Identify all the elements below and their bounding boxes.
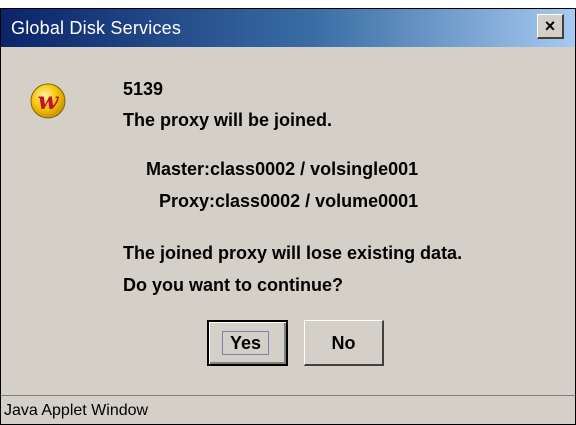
window-title: Global Disk Services [11, 18, 182, 38]
status-bar: Java Applet Window [1, 395, 575, 424]
message-line: The proxy will be joined. [123, 110, 333, 130]
close-button[interactable]: × [537, 14, 564, 39]
close-icon: × [544, 16, 556, 36]
yes-button[interactable]: Yes [207, 320, 288, 366]
proxy-volume-text: Proxy:class0002 / volume0001 [159, 191, 419, 211]
message-code: 5139 [123, 79, 164, 99]
svg-text:w: w [38, 86, 60, 115]
app-logo-icon: w [29, 82, 67, 125]
clipped-caption-remnant [0, 0, 576, 8]
warning-text: The joined proxy will lose existing data… [123, 243, 463, 263]
master-volume-text: Master:class0002 / volsingle001 [146, 159, 419, 179]
applet-warning-text: Java Applet Window [4, 402, 149, 419]
title-bar[interactable]: Global Disk Services × [1, 9, 575, 47]
no-button[interactable]: No [304, 320, 384, 366]
confirm-question: Do you want to continue? [123, 275, 343, 295]
yes-button-label: Yes [222, 331, 269, 355]
dialog-window: Global Disk Services × w 5139 The proxy … [0, 8, 576, 425]
